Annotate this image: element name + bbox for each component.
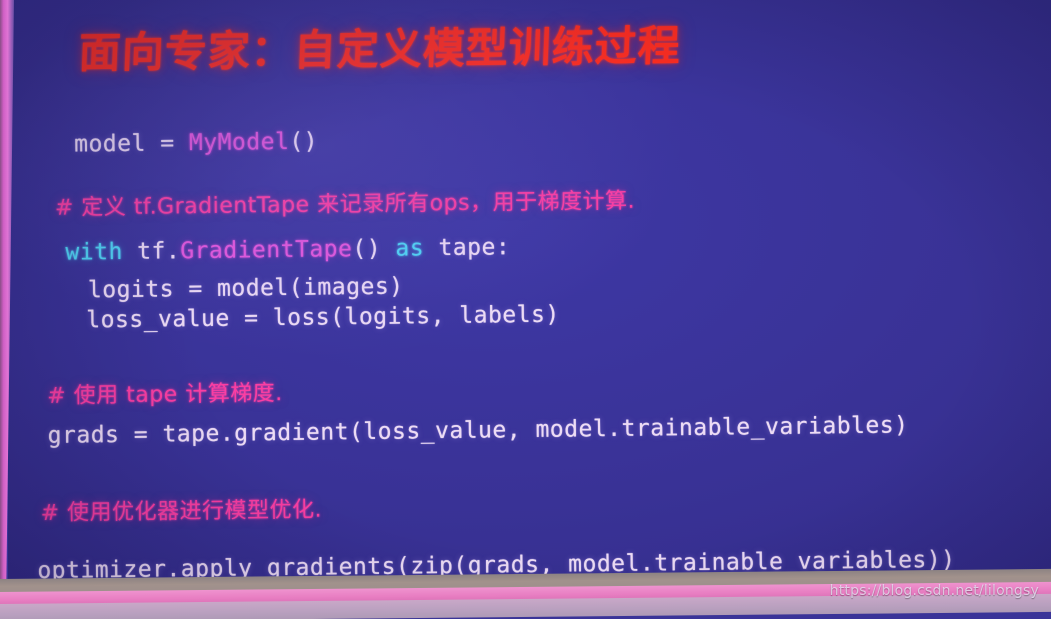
token-keyword-as: as [395, 235, 425, 262]
code-line-comment-tape: # 使用 tape 计算梯度. [47, 375, 283, 410]
token-parens: () [289, 128, 319, 155]
token-plain: loss_value = loss(logits, labels) [86, 301, 560, 334]
token-plain: logits = model(images) [87, 273, 404, 304]
token-comment: # 定义 tf.GradientTape 来记录所有ops，用于梯度计算. [54, 188, 636, 221]
projection-screen: 面向专家：自定义模型训练过程 model = MyModel() # 定义 tf… [8, 0, 1051, 586]
token-comment: # 使用优化器进行模型优化. [40, 497, 323, 526]
token-var-tape: tape: [423, 234, 511, 262]
token-plain: model = [73, 130, 190, 158]
token-comment: # 使用 tape 计算梯度. [47, 381, 283, 409]
code-line-grads: grads = tape.gradient(loss_value, model.… [48, 412, 909, 449]
code-line-loss-value: loss_value = loss(logits, labels) [86, 302, 560, 334]
slide-content: 面向专家：自定义模型训练过程 model = MyModel() # 定义 tf… [8, 0, 1051, 586]
code-line-logits: logits = model(images) [88, 274, 404, 304]
code-line-model: model = MyModel() [74, 129, 318, 158]
code-line-comment-gradienttape: # 定义 tf.GradientTape 来记录所有ops，用于梯度计算. [55, 183, 635, 222]
token-class-mymodel: MyModel [188, 128, 290, 157]
projected-slide-photo: 面向专家：自定义模型训练过程 model = MyModel() # 定义 tf… [0, 0, 1051, 619]
code-block: model = MyModel() # 定义 tf.GradientTape 来… [8, 0, 1051, 586]
token-keyword-with: with [65, 238, 124, 266]
token-plain: grads = tape.gradient(loss_value, model.… [47, 412, 909, 449]
watermark-url: https://blog.csdn.net/lilongsy [829, 583, 1039, 599]
token-parens: () [352, 235, 396, 263]
token-module-tf: tf. [122, 238, 181, 265]
code-line-with-gradienttape: with tf.GradientTape() as tape: [65, 234, 510, 265]
token-class-gradienttape: GradientTape [180, 236, 353, 265]
code-line-comment-optimizer: # 使用优化器进行模型优化. [40, 492, 323, 527]
